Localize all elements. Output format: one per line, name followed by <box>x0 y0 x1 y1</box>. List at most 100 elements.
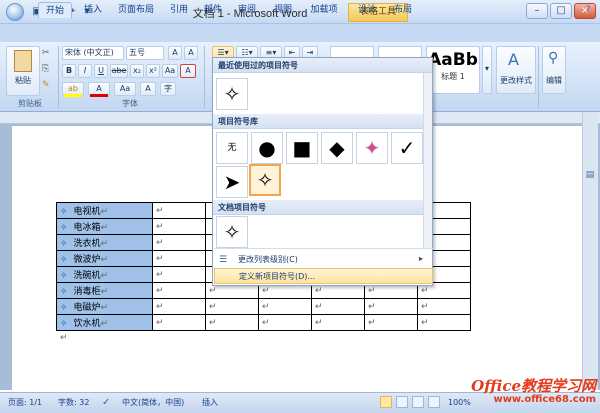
style-heading1[interactable]: AaBb 标题 1 <box>426 46 480 94</box>
char-border-button[interactable]: A <box>180 64 196 78</box>
font-name-select[interactable]: 宋体 (中文正) <box>62 46 124 60</box>
table-cell[interactable]: ↵ <box>152 218 206 235</box>
paragraph-mark: ↵ <box>262 285 270 296</box>
paragraph-mark: ↵ <box>100 207 109 217</box>
format-painter-icon[interactable]: ✎ <box>42 80 54 92</box>
maximize-button[interactable]: □ <box>550 3 572 19</box>
paragraph-mark: ↵ <box>156 205 164 216</box>
tab-page-layout[interactable]: 页面布局 <box>112 2 160 18</box>
table-cell[interactable]: ↵ <box>205 314 259 331</box>
copy-icon[interactable]: ⎘ <box>42 64 54 76</box>
char-shading-button[interactable]: Aa <box>114 82 136 96</box>
italic-button[interactable]: I <box>78 64 92 78</box>
table-cell[interactable]: ✧ 洗衣机↵ <box>56 234 153 251</box>
enclose-char-button[interactable]: 字 <box>160 82 176 96</box>
table-cell[interactable]: ↵ <box>152 266 206 283</box>
table-cell[interactable]: ✧ 微波炉↵ <box>56 250 153 267</box>
paragraph-mark: ↵ <box>100 223 109 233</box>
table-cell[interactable]: ↵ <box>152 282 206 299</box>
print-layout-icon[interactable] <box>380 396 392 408</box>
cut-icon[interactable]: ✂ <box>42 48 54 60</box>
bullet-four-diamond[interactable]: ✦ <box>356 132 388 164</box>
table-cell[interactable]: ↵ <box>311 298 365 315</box>
tab-view[interactable]: 视图 <box>268 2 298 18</box>
font-size-select[interactable]: 五号 <box>126 46 164 60</box>
table-cell[interactable]: ↵ <box>152 234 206 251</box>
table-cell[interactable]: ↵ <box>364 314 418 331</box>
table-cell[interactable]: ✧ 电磁炉↵ <box>56 298 153 315</box>
superscript-button[interactable]: x² <box>146 64 160 78</box>
proofing-icon[interactable]: ✓ <box>102 393 110 413</box>
tab-references[interactable]: 引用 <box>164 2 194 18</box>
recent-bullets-header: 最近使用过的项目符号 <box>213 58 432 73</box>
paragraph-mark: ↵ <box>209 285 217 296</box>
styles-scroll-button[interactable]: ▾ <box>482 46 492 94</box>
web-layout-icon[interactable] <box>412 396 424 408</box>
recent-bullet-star[interactable]: ✧ <box>216 78 248 110</box>
minimize-button[interactable]: – <box>526 3 548 19</box>
table-cell[interactable]: ✧ 饮水机↵ <box>56 314 153 331</box>
bullet-star-icon: ✧ <box>60 303 68 313</box>
tab-mailings[interactable]: 邮件 <box>198 2 228 18</box>
style-heading1-label: 标题 1 <box>441 72 465 81</box>
help-icon[interactable]: ? <box>580 2 596 18</box>
table-cell[interactable]: ↵ <box>152 250 206 267</box>
bullet-filled-diamond[interactable]: ◆ <box>321 132 353 164</box>
clipboard-icon <box>14 50 32 72</box>
bullet-checkmark[interactable]: ✓ <box>391 132 423 164</box>
tab-home[interactable]: 开始 <box>38 2 72 18</box>
ruler-toggle-icon[interactable]: ▤ <box>584 170 596 182</box>
full-screen-icon[interactable] <box>396 396 408 408</box>
change-list-level-item[interactable]: 更改列表级别(C) <box>214 252 433 268</box>
table-cell[interactable]: ↵ <box>417 314 471 331</box>
grow-font-button[interactable]: A <box>168 46 182 60</box>
define-new-bullet-item[interactable]: 定义新项目符号(D)... <box>214 268 433 284</box>
underline-button[interactable]: U <box>94 64 108 78</box>
table-cell[interactable]: ↵ <box>152 202 206 219</box>
clear-format-button[interactable]: A <box>184 46 198 60</box>
table-cell[interactable]: ✧ 电冰箱↵ <box>56 218 153 235</box>
strikethrough-button[interactable]: abe <box>110 64 128 78</box>
tab-insert[interactable]: 插入 <box>78 2 108 18</box>
bullet-filled-square[interactable]: ■ <box>286 132 318 164</box>
table-row: ✧ 饮水机↵ ↵ ↵ ↵ ↵ ↵ ↵ <box>56 314 471 331</box>
vertical-scrollbar[interactable] <box>582 112 598 390</box>
group-separator <box>58 46 59 108</box>
tab-addins[interactable]: 加载项 <box>304 2 344 18</box>
bullet-star-selected[interactable]: ✧ <box>249 164 281 196</box>
table-cell[interactable]: ↵ <box>311 314 365 331</box>
table-cell[interactable]: ↵ <box>258 314 312 331</box>
change-case-button[interactable]: Aa <box>162 64 178 78</box>
word-count[interactable]: 字数: 32 <box>58 393 89 413</box>
table-cell[interactable]: ✧ 电视机↵ <box>56 202 153 219</box>
table-cell[interactable]: ✧ 消毒柜↵ <box>56 282 153 299</box>
subscript-button[interactable]: x₂ <box>130 64 144 78</box>
dropdown-scrollbar[interactable] <box>423 73 432 248</box>
bullet-library-header: 项目符号库 <box>213 114 432 129</box>
paragraph-mark: ↵ <box>60 333 68 343</box>
bold-button[interactable]: B <box>62 64 76 78</box>
table-cell[interactable]: ↵ <box>152 298 206 315</box>
paragraph-mark: ↵ <box>421 301 429 312</box>
table-cell[interactable]: ↵ <box>152 314 206 331</box>
paragraph-mark: ↵ <box>156 253 164 264</box>
bullet-filled-circle[interactable]: ● <box>251 132 283 164</box>
bullet-arrowhead[interactable]: ➤ <box>216 166 248 198</box>
table-cell[interactable]: ↵ <box>205 298 259 315</box>
bullet-none[interactable]: 无 <box>216 132 248 164</box>
office-button-icon[interactable] <box>6 3 24 21</box>
insert-mode-indicator[interactable]: 插入 <box>202 393 218 413</box>
table-cell[interactable]: ↵ <box>258 298 312 315</box>
table-cell[interactable]: ↵ <box>417 298 471 315</box>
language-indicator[interactable]: 中文(简体，中国) <box>122 393 184 413</box>
outline-view-icon[interactable] <box>428 396 440 408</box>
tab-design[interactable]: 设计 <box>352 2 382 18</box>
page-count[interactable]: 页面: 1/1 <box>8 393 42 413</box>
tab-review[interactable]: 审阅 <box>232 2 262 18</box>
tab-layout[interactable]: 布局 <box>388 2 418 18</box>
document-bullet-star[interactable]: ✧ <box>216 216 248 248</box>
table-cell[interactable]: ✧ 洗碗机↵ <box>56 266 153 283</box>
char-scale-button[interactable]: A <box>140 82 156 96</box>
table-cell[interactable]: ↵ <box>364 298 418 315</box>
cell-text: 电磁炉 <box>73 303 101 313</box>
